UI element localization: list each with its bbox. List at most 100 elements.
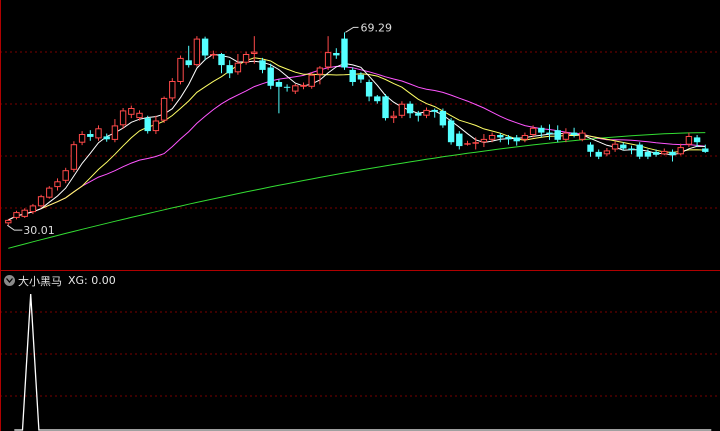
- candle-body: [267, 67, 274, 86]
- candle-body: [21, 209, 28, 217]
- candle-body: [595, 151, 602, 157]
- candle-body: [275, 82, 283, 87]
- candle-body: [415, 113, 422, 116]
- candle-body: [62, 170, 69, 181]
- candle-body: [439, 110, 447, 126]
- candle-body: [95, 128, 102, 139]
- candle-body: [292, 85, 299, 92]
- candle-body: [128, 108, 135, 115]
- candle-body: [464, 143, 471, 145]
- candle-body: [70, 144, 78, 170]
- candle-body: [382, 96, 389, 119]
- candle-body: [529, 127, 537, 136]
- candle-body: [324, 52, 332, 68]
- candle-body: [431, 109, 438, 112]
- candle-body: [480, 138, 488, 143]
- candle-body: [349, 69, 356, 82]
- candle-body: [603, 150, 611, 155]
- indicator-name: 大小黑马: [18, 274, 62, 288]
- candle-body: [398, 103, 406, 116]
- candle-body: [201, 38, 209, 56]
- candle-body: [636, 144, 643, 157]
- candle-body: [677, 147, 684, 155]
- candle-body: [13, 212, 20, 218]
- candle-body: [152, 120, 160, 132]
- candle-body: [357, 74, 365, 80]
- high-price-label: 69.29: [361, 21, 393, 34]
- candle-body: [685, 136, 693, 145]
- candle-body: [513, 137, 520, 142]
- stock-chart: 69.29 30.01: [0, 0, 720, 431]
- candle-body: [177, 57, 184, 83]
- candle-body: [193, 38, 201, 66]
- candle: [382, 94, 389, 121]
- candle-body: [29, 205, 37, 213]
- candle-body: [234, 62, 242, 73]
- candle-body: [210, 54, 217, 56]
- candle: [46, 186, 53, 199]
- candle-body: [111, 125, 119, 140]
- candle-body: [54, 181, 61, 188]
- candle-body: [37, 196, 45, 207]
- candle: [21, 208, 28, 218]
- candle-body: [579, 132, 586, 140]
- candle-body: [218, 54, 225, 66]
- indicator-xg-label: XG:: [68, 274, 88, 287]
- candle: [193, 36, 201, 67]
- candle-body: [185, 60, 192, 66]
- candle-body: [5, 219, 12, 224]
- candle-body: [390, 115, 397, 119]
- candle-body: [169, 81, 176, 99]
- candle-body: [505, 136, 512, 140]
- candle-body: [570, 132, 578, 135]
- candle-body: [620, 144, 627, 149]
- candle-body: [447, 120, 455, 143]
- candle-body: [406, 103, 414, 114]
- low-price-label: 30.01: [23, 224, 55, 237]
- candle-body: [242, 54, 250, 63]
- indicator-collapse-toggle[interactable]: [4, 275, 15, 286]
- candle: [439, 108, 447, 128]
- candle: [308, 72, 315, 89]
- candle-body: [103, 136, 110, 140]
- candle-body: [136, 112, 143, 119]
- candle: [169, 78, 176, 102]
- candle: [144, 115, 151, 134]
- candle-body: [316, 67, 324, 75]
- candle-body: [587, 144, 594, 152]
- candle-body: [472, 142, 479, 144]
- candle: [177, 55, 184, 85]
- candle-body: [144, 118, 151, 132]
- candle: [37, 194, 45, 208]
- candle-body: [497, 135, 504, 138]
- candle-body: [300, 84, 307, 87]
- candle-body: [611, 143, 619, 150]
- candle-body: [251, 51, 258, 54]
- candle-body: [644, 151, 652, 157]
- candle-body: [456, 133, 463, 147]
- candle-body: [308, 74, 315, 87]
- candle-body: [226, 65, 233, 74]
- candle: [447, 118, 455, 145]
- candle-body: [78, 134, 86, 143]
- indicator-xg-value: 0.00: [91, 274, 116, 287]
- candle-body: [554, 130, 561, 140]
- candle-body: [365, 82, 373, 97]
- candle: [636, 142, 643, 160]
- candle-body: [333, 53, 340, 56]
- candle-body: [652, 151, 660, 155]
- candle-body: [538, 127, 545, 133]
- candle-body: [119, 110, 127, 126]
- indicator-xg-readout: XG: 0.00: [68, 274, 116, 287]
- candle-body: [423, 109, 430, 116]
- candle-body: [546, 132, 553, 134]
- candle-body: [669, 151, 676, 156]
- candle-body: [374, 96, 381, 102]
- candle: [160, 96, 168, 123]
- candle-body: [87, 134, 94, 137]
- indicator-header: 大小黑马 XG: 0.00: [4, 273, 116, 288]
- candle: [398, 101, 406, 119]
- candle-body: [562, 132, 570, 140]
- candle-body: [488, 135, 496, 140]
- candle: [70, 141, 78, 173]
